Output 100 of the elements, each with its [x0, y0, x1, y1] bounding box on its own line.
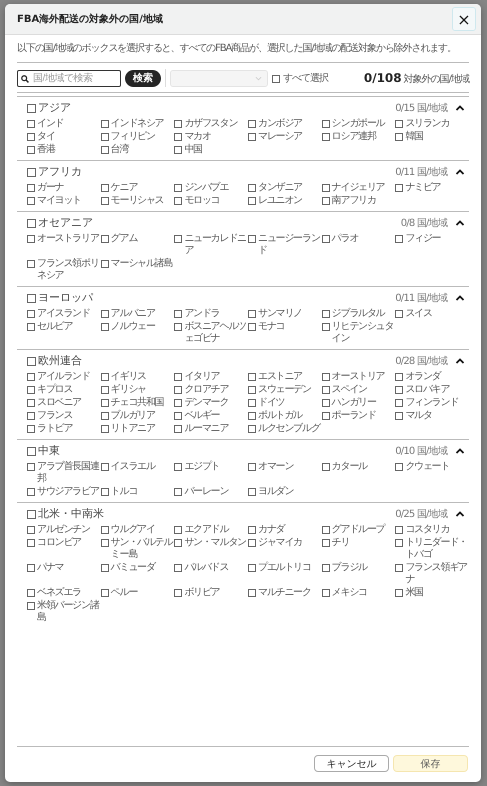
checkbox[interactable] [248, 589, 256, 597]
checkbox[interactable] [174, 463, 182, 471]
country-option[interactable]: ハンガリー [322, 397, 396, 409]
checkbox[interactable] [322, 133, 330, 141]
checkbox[interactable] [248, 386, 256, 394]
search-field[interactable]: 国/地域で検索 [17, 70, 121, 86]
country-option[interactable]: フランス領ギアナ [395, 562, 469, 586]
country-option[interactable]: マイヨット [27, 195, 101, 207]
country-option[interactable]: スロベニア [27, 397, 101, 409]
country-option[interactable]: レユニオン [248, 195, 322, 207]
country-option[interactable]: ロシア連邦 [322, 131, 396, 143]
country-option[interactable]: ナミビア [395, 182, 469, 194]
region-option[interactable]: ヨーロッパ [27, 290, 93, 305]
checkbox[interactable] [100, 197, 109, 205]
checkbox[interactable] [27, 235, 35, 243]
checkbox[interactable] [27, 399, 35, 407]
checkbox[interactable] [322, 323, 330, 331]
country-option[interactable]: ポルトガル [248, 410, 322, 422]
checkbox[interactable] [27, 386, 35, 394]
country-option[interactable]: パラオ [322, 233, 396, 257]
checkbox[interactable] [100, 323, 109, 331]
country-option[interactable]: エジプト [174, 461, 248, 485]
country-option[interactable]: アイルランド [27, 371, 101, 383]
checkbox[interactable] [395, 539, 404, 547]
checkbox[interactable] [27, 184, 35, 192]
country-option[interactable]: イタリア [174, 371, 248, 383]
checkbox[interactable] [100, 589, 109, 597]
checkbox[interactable] [395, 589, 404, 597]
chevron-up-icon[interactable] [455, 510, 465, 518]
checkbox[interactable] [100, 488, 109, 496]
country-option[interactable]: ラトビア [27, 423, 101, 435]
country-option[interactable]: メキシコ [322, 587, 396, 599]
checkbox[interactable] [27, 357, 36, 366]
checkbox[interactable] [322, 184, 330, 192]
checkbox[interactable] [248, 425, 256, 433]
country-option[interactable]: 中国 [174, 144, 248, 156]
checkbox[interactable] [395, 526, 404, 534]
checkbox[interactable] [27, 294, 36, 303]
country-option[interactable]: パナマ [27, 562, 101, 586]
checkbox[interactable] [248, 184, 256, 192]
checkbox[interactable] [174, 184, 182, 192]
checkbox[interactable] [248, 323, 256, 331]
country-option[interactable]: インドネシア [100, 118, 174, 130]
country-option[interactable]: リトアニア [100, 423, 174, 435]
country-option[interactable]: ポーランド [322, 410, 396, 422]
checkbox[interactable] [248, 133, 256, 141]
checkbox[interactable] [27, 488, 35, 496]
country-option[interactable]: タイ [27, 131, 101, 143]
country-option[interactable]: マルタ [395, 410, 469, 422]
checkbox[interactable] [248, 564, 256, 572]
country-option[interactable]: フランス [27, 410, 101, 422]
country-option[interactable]: カザフスタン [174, 118, 248, 130]
country-option[interactable]: コスタリカ [395, 524, 469, 536]
checkbox[interactable] [174, 235, 182, 243]
region-option[interactable]: 中東 [27, 443, 60, 458]
region-option[interactable]: アフリカ [27, 164, 82, 179]
country-option[interactable]: リヒテンシュタイン [322, 321, 396, 345]
checkbox[interactable] [27, 602, 35, 610]
chevron-up-icon[interactable] [455, 104, 465, 112]
checkbox[interactable] [322, 386, 330, 394]
checkbox[interactable] [248, 120, 256, 128]
country-option[interactable]: マカオ [174, 131, 248, 143]
checkbox[interactable] [27, 447, 36, 456]
checkbox[interactable] [322, 120, 330, 128]
checkbox[interactable] [248, 399, 256, 407]
country-option[interactable]: オランダ [395, 371, 469, 383]
checkbox[interactable] [27, 146, 35, 154]
country-option[interactable]: ウルグアイ [100, 524, 174, 536]
checkbox[interactable] [174, 412, 182, 420]
country-option[interactable]: グアム [100, 233, 174, 257]
country-option[interactable]: ニュージーランド [248, 233, 322, 257]
checkbox[interactable] [395, 412, 404, 420]
country-option[interactable]: バルバドス [174, 562, 248, 586]
country-option[interactable]: スイス [395, 308, 469, 320]
checkbox[interactable] [100, 260, 109, 268]
country-option[interactable]: アンドラ [174, 308, 248, 320]
country-option[interactable]: モロッコ [174, 195, 248, 207]
country-option[interactable]: クウェート [395, 461, 469, 485]
checkbox[interactable] [322, 412, 330, 420]
country-option[interactable]: マレーシア [248, 131, 322, 143]
country-option[interactable]: 米領バージン諸島 [27, 600, 101, 624]
checkbox[interactable] [27, 510, 36, 519]
chevron-up-icon[interactable] [455, 446, 465, 454]
checkbox[interactable] [27, 539, 35, 547]
country-option[interactable]: ギリシャ [100, 384, 174, 396]
select-all-option[interactable]: すべて選択 [272, 71, 328, 85]
checkbox[interactable] [322, 235, 330, 243]
country-option[interactable]: イスラエル [100, 461, 174, 485]
country-option[interactable]: アルゼンチン [27, 524, 101, 536]
checkbox[interactable] [248, 197, 256, 205]
cancel-button[interactable]: キャンセル [314, 755, 389, 772]
country-option[interactable]: アルバニア [100, 308, 174, 320]
checkbox[interactable] [395, 564, 404, 572]
country-option[interactable]: ニューカレドニア [174, 233, 248, 257]
checkbox[interactable] [174, 425, 182, 433]
country-option[interactable]: モーリシャス [100, 195, 174, 207]
checkbox[interactable] [322, 399, 330, 407]
chevron-up-icon[interactable] [455, 294, 465, 302]
save-button[interactable]: 保存 [393, 755, 468, 772]
checkbox[interactable] [395, 386, 404, 394]
